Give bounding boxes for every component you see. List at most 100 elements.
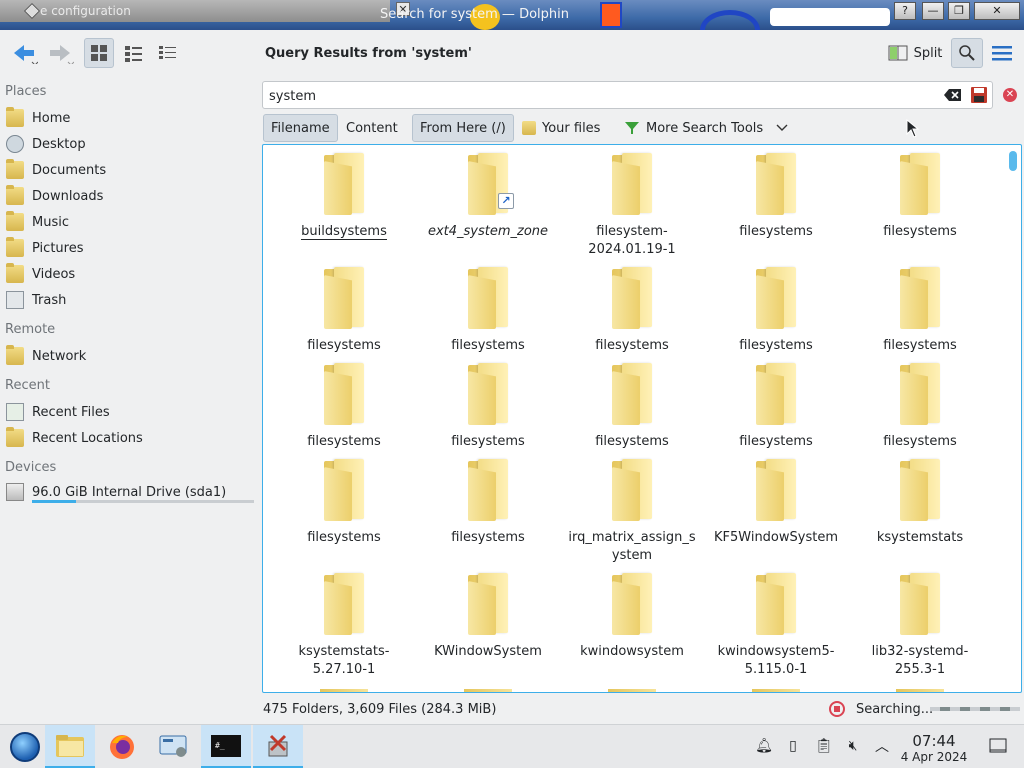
search-box[interactable] [262, 81, 993, 109]
folder-item[interactable]: filesystems [279, 363, 409, 451]
save-search-icon[interactable] [970, 86, 988, 104]
forward-button[interactable] [44, 38, 76, 68]
folder-item[interactable]: irq_matrix_assign_system [567, 459, 697, 565]
chevron-up-icon[interactable]: ︿ [872, 736, 892, 756]
task-terminal[interactable]: #_ [201, 725, 251, 768]
folder-label: KWindowSystem [434, 644, 542, 659]
split-view-icon [888, 45, 908, 61]
folder-label: filesystems [883, 434, 957, 449]
folder-item[interactable]: ↗ ext4_system_zone [423, 153, 553, 241]
compact-view-button[interactable] [118, 38, 148, 68]
maximize-button[interactable]: ❐ [948, 2, 970, 20]
search-toggle-button[interactable] [951, 38, 983, 68]
task-dolphin[interactable] [45, 725, 95, 768]
user-folder-icon [522, 121, 536, 135]
close-search-icon[interactable]: ✕ [1003, 88, 1017, 102]
folder-icon: ↗ [464, 153, 514, 215]
from-here-filter-button[interactable]: From Here (/) [412, 114, 514, 142]
task-package-manager[interactable] [253, 725, 303, 768]
folder-item[interactable]: filesystems [711, 267, 841, 355]
folder-item[interactable]: filesystems [279, 459, 409, 547]
your-files-filter-button[interactable]: Your files [515, 114, 607, 142]
location-title: Query Results from 'system' [265, 46, 472, 61]
folder-item[interactable]: filesystems [423, 267, 553, 355]
stop-search-icon[interactable] [829, 701, 845, 717]
file-view[interactable]: buildsystems ↗ ext4_system_zone filesystem-… [262, 144, 1022, 693]
folder-label: ksystemstats-5.27.10-1 [298, 644, 390, 677]
sidebar-item-pictures[interactable]: Pictures [6, 237, 83, 259]
sidebar-item-label: Music [32, 214, 69, 230]
volume-muted-icon[interactable]: 🔇︎ [843, 736, 863, 756]
firefox-icon [110, 735, 134, 759]
drive-icon [6, 483, 24, 501]
start-menu-button[interactable] [0, 725, 50, 768]
folder-item[interactable]: buildsystems [279, 153, 409, 241]
sidebar-item-label: Downloads [32, 188, 104, 204]
sidebar-item-recent-files[interactable]: Recent Files [6, 401, 110, 423]
folder-item[interactable]: filesystem-2024.01.19-1 [567, 153, 697, 259]
sidebar-item-documents[interactable]: Documents [6, 159, 106, 181]
details-view-button[interactable] [152, 38, 182, 68]
folder-item[interactable]: KF5WindowSystem [711, 459, 841, 547]
sidebar-item-music[interactable]: Music [6, 211, 69, 233]
documents-folder-icon [6, 159, 24, 179]
folder-item[interactable]: filesystems [711, 153, 841, 241]
minimize-button[interactable]: — [922, 2, 944, 20]
sidebar-item-desktop[interactable]: Desktop [6, 133, 86, 155]
split-button[interactable]: Split [885, 38, 945, 68]
vertical-scrollbar[interactable] [1009, 151, 1017, 171]
folder-label: KF5WindowSystem [713, 530, 838, 545]
task-firefox[interactable] [97, 725, 147, 768]
folder-item[interactable]: filesystems [711, 363, 841, 451]
sidebar-item-downloads[interactable]: Downloads [6, 185, 103, 207]
folder-item[interactable]: kwindowsystem [567, 573, 697, 661]
places-panel: Places Home Desktop Documents Downloads … [0, 78, 258, 696]
folder-icon [896, 459, 944, 521]
filename-filter-button[interactable]: Filename [263, 114, 338, 142]
back-button[interactable] [8, 38, 40, 68]
folder-item[interactable]: filesystems [855, 267, 985, 355]
more-search-tools-label: More Search Tools [646, 120, 764, 136]
help-button[interactable]: ? [894, 2, 916, 20]
folder-item[interactable]: filesystems [567, 363, 697, 451]
folder-item[interactable]: filesystems [855, 153, 985, 241]
sidebar-item-trash[interactable]: Trash [6, 289, 66, 311]
folder-item[interactable]: lib32-systemd-255.3-1 [855, 573, 985, 679]
folder-item[interactable]: kwindowsystem5-5.115.0-1 [711, 573, 841, 679]
folder-label: filesystems [739, 338, 813, 353]
folder-item[interactable]: ksystemstats-5.27.10-1 [279, 573, 409, 679]
search-input[interactable] [269, 86, 929, 106]
sidebar-item-videos[interactable]: Videos [6, 263, 75, 285]
show-desktop-icon[interactable] [988, 736, 1008, 756]
background-window-title: e configuration [40, 4, 131, 18]
folder-item[interactable]: filesystems [567, 267, 697, 355]
folder-item[interactable]: filesystems [279, 267, 409, 355]
folder-item[interactable]: filesystems [423, 459, 553, 547]
hamburger-menu-button[interactable] [988, 38, 1016, 68]
sidebar-item-network[interactable]: Network [6, 345, 86, 367]
folder-label: filesystems [883, 224, 957, 239]
sidebar-item-home[interactable]: Home [6, 107, 70, 129]
disk-status-icon[interactable]: ▯ [783, 736, 803, 756]
folder-item[interactable]: filesystems [855, 363, 985, 451]
sidebar-item-recent-locations[interactable]: Recent Locations [6, 427, 143, 449]
close-button[interactable]: ✕ [974, 2, 1020, 20]
task-system-settings[interactable] [149, 725, 199, 768]
content-filter-button[interactable]: Content [339, 114, 405, 142]
clock[interactable]: 07:44 4 Apr 2024 [896, 732, 972, 764]
folder-item[interactable]: filesystems [423, 363, 553, 451]
sidebar-item-label: Home [32, 110, 71, 126]
sidebar-item-label: Pictures [32, 240, 84, 256]
videos-folder-icon [6, 263, 24, 283]
icons-view-button[interactable] [84, 38, 114, 68]
window-titlebar[interactable]: e configuration ✕ Search for system — Do… [0, 0, 1024, 30]
folder-item[interactable]: ksystemstats [855, 459, 985, 547]
more-search-tools-button[interactable]: More Search Tools [617, 114, 796, 142]
clipboard-icon[interactable]: 📋︎ [814, 736, 834, 756]
sidebar-item-label: 96.0 GiB Internal Drive (sda1) [32, 484, 227, 500]
folder-item[interactable]: KWindowSystem [423, 573, 553, 661]
compact-view-icon [125, 46, 142, 62]
notifications-icon[interactable]: 🔔︎ [754, 736, 774, 756]
clear-search-icon[interactable] [944, 87, 962, 103]
window-title: Search for system — Dolphin [380, 7, 569, 22]
